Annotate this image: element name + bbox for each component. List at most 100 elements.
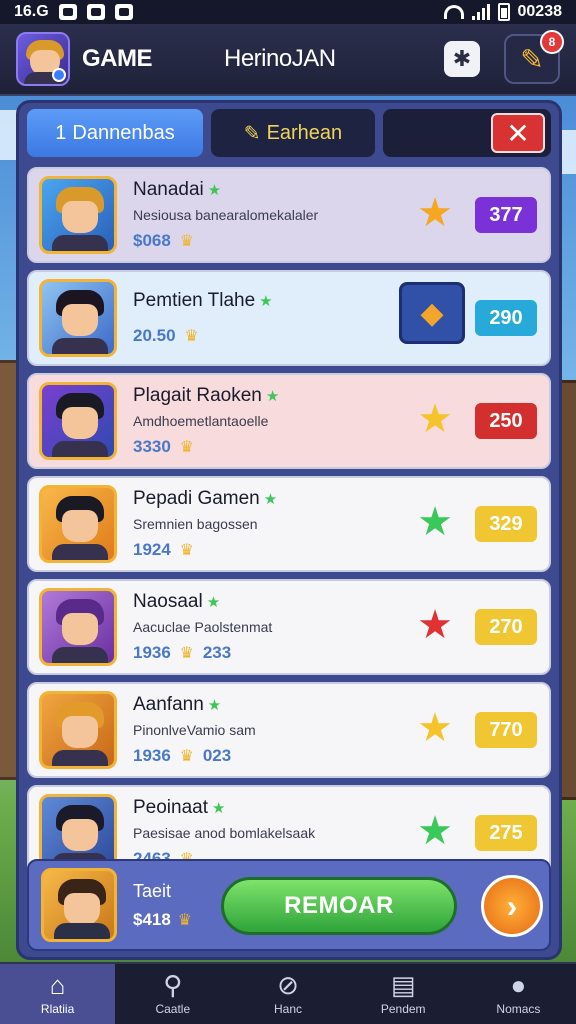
player-row[interactable]: Pepadi Gamen ★ Sremnien bagossen 1924 ♛ ★ … bbox=[27, 476, 551, 572]
player-avatar[interactable] bbox=[41, 868, 117, 942]
nav-profile[interactable]: ● Nomacs bbox=[461, 964, 576, 1024]
player-subtitle: PinonlveVamio sam bbox=[133, 722, 256, 738]
rewards-button[interactable]: ✎ 8 bbox=[504, 30, 564, 84]
tab-icon: 1 bbox=[55, 121, 67, 144]
score-badge: 270 bbox=[475, 609, 537, 645]
player-subtitle: Nesiousa banearalomekalaler bbox=[133, 207, 319, 223]
diamond-button[interactable]: ◆ bbox=[399, 282, 465, 344]
favorite-star-button[interactable]: ★ bbox=[409, 393, 461, 445]
app-title: GAME bbox=[82, 45, 153, 72]
player-subtitle: Aacuclae Paolstenmat bbox=[133, 619, 273, 635]
score-badge: 770 bbox=[475, 712, 537, 748]
star-icon: ★ bbox=[265, 388, 280, 405]
player-name: Nanadai bbox=[133, 179, 204, 200]
home-icon: ⌂ bbox=[49, 970, 66, 1000]
next-button[interactable]: › bbox=[481, 875, 543, 937]
player-row[interactable]: Nanadai ★ Nesiousa banearalomekalaler $06… bbox=[27, 167, 551, 263]
tab-label: Earhean bbox=[266, 121, 343, 144]
player-avatar[interactable] bbox=[39, 382, 117, 460]
row-stat: 1936 bbox=[133, 746, 171, 765]
crown-icon: ♛ bbox=[179, 748, 194, 765]
star-icon: ★ bbox=[417, 706, 453, 750]
favorite-star-button[interactable]: ★ bbox=[409, 805, 461, 857]
favorite-star-button[interactable]: ★ bbox=[409, 702, 461, 754]
star-icon: ★ bbox=[417, 191, 453, 235]
compass-icon: ⊘ bbox=[277, 970, 299, 1000]
score-badge: 275 bbox=[475, 815, 537, 851]
favorite-star-button[interactable]: ★ bbox=[409, 496, 461, 548]
nav-hand[interactable]: ⊘ Hanc bbox=[230, 964, 345, 1024]
row-stat: 20.50 bbox=[133, 326, 176, 345]
pencil-icon: ✎ bbox=[243, 122, 261, 145]
app-icon bbox=[114, 4, 133, 20]
notification-icon bbox=[58, 4, 77, 20]
player-row[interactable]: Naosaal ★ Aacuclae Paolstenmat 1936 ♛ 233 ★… bbox=[27, 579, 551, 675]
star-icon: ★ bbox=[417, 809, 453, 853]
player-name: Taeit bbox=[133, 880, 172, 901]
crown-icon: ♛ bbox=[184, 328, 199, 345]
player-value: $418 bbox=[133, 909, 171, 929]
star-icon: ★ bbox=[207, 697, 222, 714]
nav-home[interactable]: ⌂ Rlatiia bbox=[0, 964, 116, 1024]
row-stat-secondary: 023 bbox=[202, 746, 232, 765]
crown-icon: ♛ bbox=[179, 645, 194, 662]
remoar-button[interactable]: REMOAR bbox=[221, 877, 457, 935]
player-subtitle: Sremnien bagossen bbox=[133, 516, 258, 532]
crown-icon: ♛ bbox=[177, 911, 192, 929]
tab-bar: 1 Dannenbas ✎ Earhean ✕ bbox=[27, 109, 551, 157]
nav-label: Caatle bbox=[155, 1002, 191, 1016]
crown-icon: ♛ bbox=[179, 542, 194, 559]
row-stat: 3330 bbox=[133, 437, 171, 456]
player-avatar[interactable] bbox=[39, 176, 117, 254]
star-icon: ★ bbox=[417, 397, 453, 441]
player-name: Pemtien Tlahe bbox=[133, 290, 256, 311]
nav-label: Nomacs bbox=[496, 1002, 541, 1016]
close-icon: ✕ bbox=[506, 117, 530, 149]
star-icon: ★ bbox=[259, 293, 273, 310]
player-avatar[interactable] bbox=[39, 691, 117, 769]
player-name: Peoinaat bbox=[133, 797, 209, 818]
nav-label: Hanc bbox=[274, 1002, 303, 1016]
player-list: Nanadai ★ Nesiousa banearalomekalaler $06… bbox=[27, 167, 551, 888]
favorite-star-button[interactable]: ★ bbox=[409, 187, 461, 239]
nav-search[interactable]: ⚲ Caatle bbox=[115, 964, 230, 1024]
star-icon: ★ bbox=[417, 500, 453, 544]
nav-label: Rlatiia bbox=[40, 1002, 75, 1016]
tab-earhean[interactable]: ✎ Earhean bbox=[211, 109, 375, 157]
main-panel: 1 Dannenbas ✎ Earhean ✕ Nanadai ★ Nesious… bbox=[16, 100, 562, 960]
player-row[interactable]: Pemtien Tlahe ★ 20.50 ♛ ◆ 290 bbox=[27, 270, 551, 366]
close-button[interactable]: ✕ bbox=[491, 113, 545, 153]
tab-label: Dannenbas bbox=[72, 121, 175, 144]
crown-icon: ♛ bbox=[179, 439, 194, 456]
diamond-icon: ◆ bbox=[420, 296, 444, 330]
player-name: Naosaal bbox=[133, 591, 203, 612]
player-name: Aanfann bbox=[133, 694, 204, 715]
wifi-icon bbox=[443, 5, 464, 19]
notification-badge: 8 bbox=[540, 30, 564, 54]
nav-pendem[interactable]: ▤ Pendem bbox=[346, 964, 461, 1024]
favorite-star-button[interactable]: ★ bbox=[409, 599, 461, 651]
app-subtitle: HerinoJAN bbox=[224, 45, 336, 72]
row-stat-secondary: 233 bbox=[202, 643, 232, 662]
crown-icon: ♛ bbox=[179, 233, 194, 250]
tab-spacer: ✕ bbox=[383, 109, 551, 157]
player-avatar[interactable] bbox=[39, 588, 117, 666]
star-icon: ★ bbox=[206, 594, 221, 611]
player-row[interactable]: Aanfann ★ PinonlveVamio sam 1936 ♛ 023 ★ 77… bbox=[27, 682, 551, 778]
star-icon: ★ bbox=[417, 603, 453, 647]
document-icon: ▤ bbox=[390, 970, 416, 1000]
tab-dannenbas[interactable]: 1 Dannenbas bbox=[27, 109, 203, 157]
pinwheel-icon: ✱ bbox=[452, 46, 472, 71]
score-badge: 329 bbox=[475, 506, 537, 542]
status-time: 16.G bbox=[14, 3, 49, 20]
profile-avatar[interactable] bbox=[16, 32, 70, 86]
player-avatar[interactable] bbox=[39, 485, 117, 563]
chevron-right-icon: › bbox=[506, 887, 518, 924]
favorites-button[interactable]: ✱ bbox=[444, 41, 480, 77]
player-avatar[interactable] bbox=[39, 279, 117, 357]
row-stat: 1924 bbox=[133, 540, 171, 559]
nav-label: Pendem bbox=[380, 1002, 426, 1016]
row-stat: $068 bbox=[133, 231, 171, 250]
player-row[interactable]: Plagait Raoken ★ Amdhoemetlantaoelle 3330… bbox=[27, 373, 551, 469]
signal-icon bbox=[471, 4, 490, 20]
